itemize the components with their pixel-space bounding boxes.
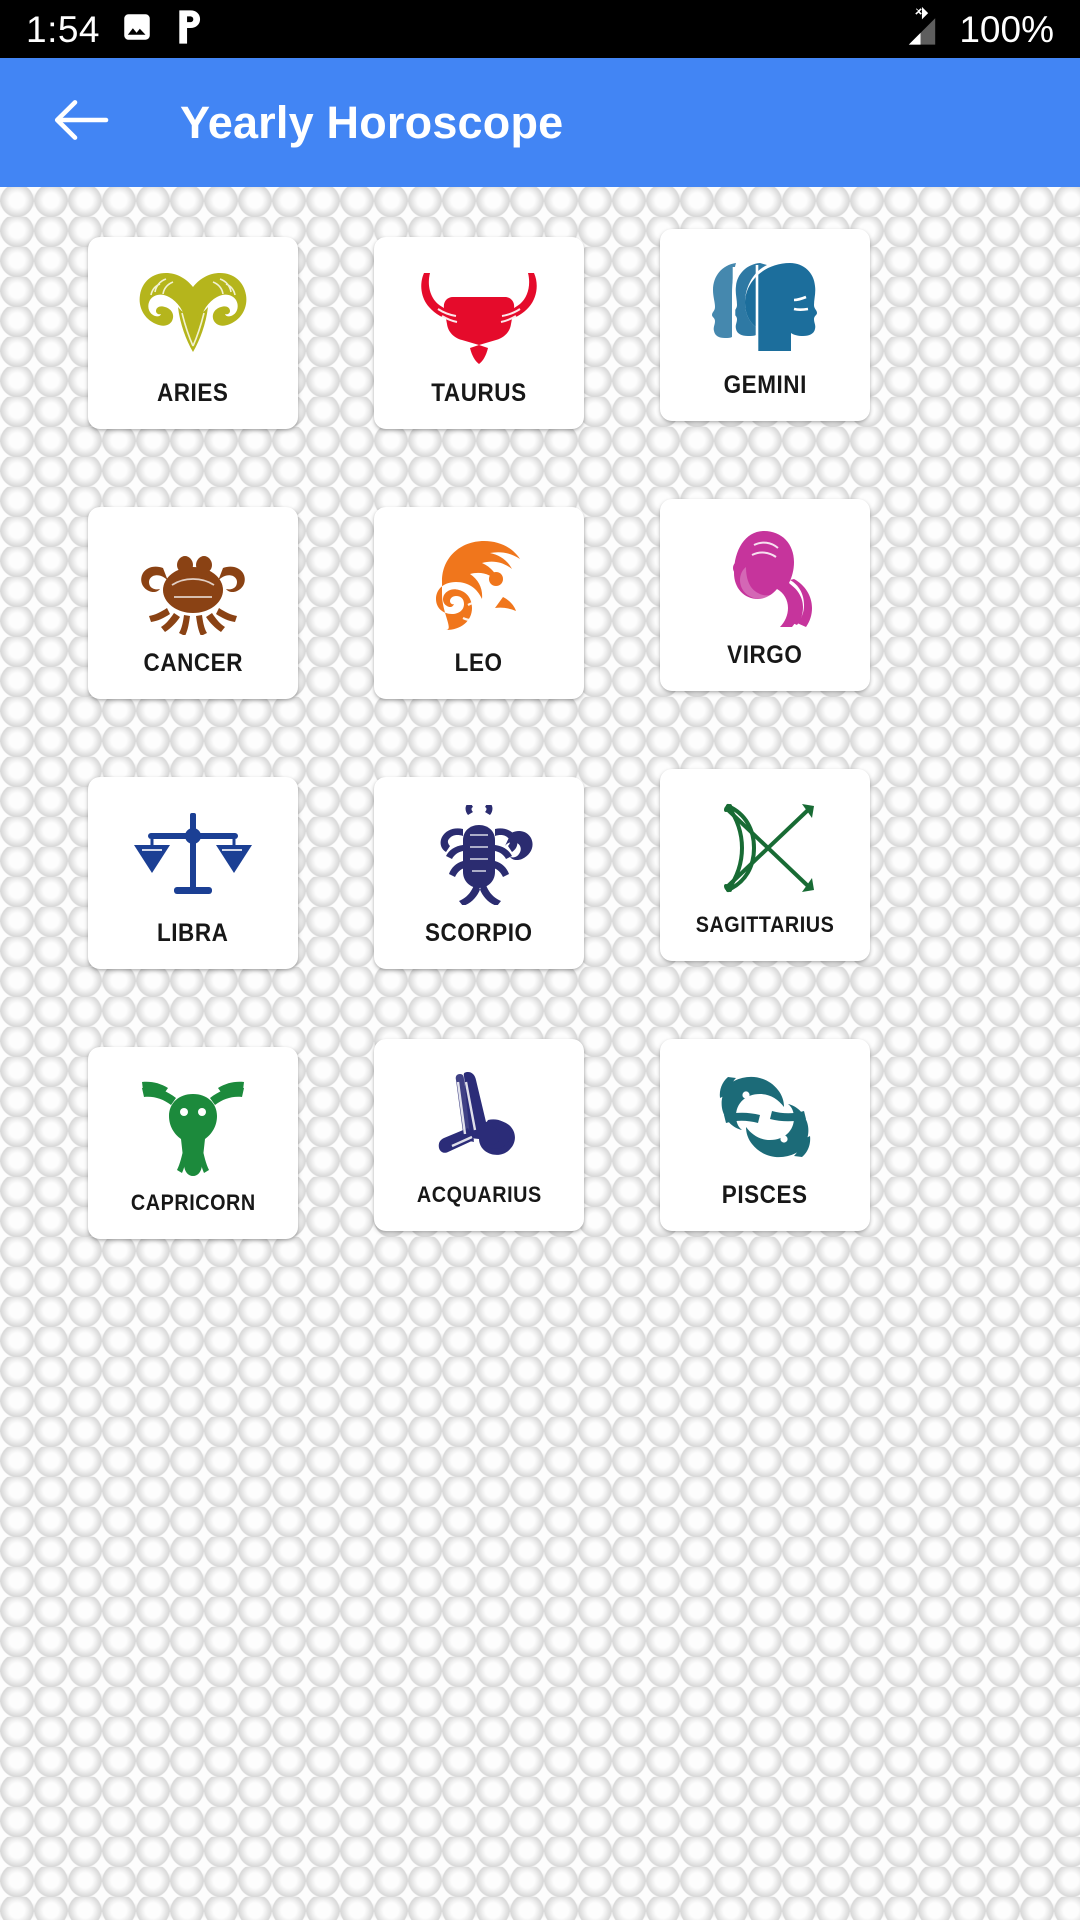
content-area: ARIES TAURUS GEMINI CANCER LEO VIRGO LIB… [0, 187, 1080, 1920]
zodiac-label: SAGITTARIUS [695, 912, 835, 937]
zodiac-card-cancer[interactable]: CANCER [88, 507, 298, 699]
grid-cell: PISCES [622, 1039, 908, 1317]
leo-lion-icon [404, 533, 554, 637]
zodiac-label: CAPRICORN [130, 1190, 256, 1215]
grid-cell: GEMINI [622, 229, 908, 507]
zodiac-label: ACQUARIUS [416, 1182, 542, 1207]
zodiac-card-taurus[interactable]: TAURUS [374, 237, 584, 429]
libra-scales-icon [118, 803, 268, 907]
scorpio-scorpion-icon [404, 803, 554, 907]
zodiac-card-leo[interactable]: LEO [374, 507, 584, 699]
pisces-fish-icon [690, 1065, 840, 1169]
grid-cell: LEO [336, 507, 622, 777]
gemini-twins-icon [690, 255, 840, 359]
taurus-bull-icon [404, 263, 554, 367]
aquarius-vessel-icon [404, 1066, 554, 1170]
zodiac-label: LIBRA [157, 918, 229, 947]
gallery-icon [120, 10, 154, 49]
pandora-p-icon [174, 9, 204, 50]
grid-cell: TAURUS [336, 237, 622, 507]
zodiac-label: VIRGO [727, 640, 803, 669]
grid-cell: SAGITTARIUS [622, 769, 908, 1047]
zodiac-card-pisces[interactable]: PISCES [660, 1039, 870, 1231]
back-button[interactable] [46, 88, 116, 158]
zodiac-card-aries[interactable]: ARIES [88, 237, 298, 429]
zodiac-card-scorpio[interactable]: SCORPIO [374, 777, 584, 969]
virgo-maiden-icon [690, 525, 840, 629]
zodiac-label: LEO [455, 648, 503, 677]
status-bar-right: 100% [899, 0, 1054, 58]
app-bar: Yearly Horoscope [0, 58, 1080, 187]
no-sim-signal-icon [899, 5, 945, 54]
zodiac-label: SCORPIO [425, 918, 533, 947]
grid-cell: CAPRICORN [50, 1047, 336, 1317]
zodiac-label: PISCES [722, 1180, 808, 1209]
grid-cell: VIRGO [622, 499, 908, 777]
status-clock: 1:54 [26, 8, 101, 50]
sagittarius-bow-icon [690, 796, 840, 900]
grid-cell: ACQUARIUS [336, 1039, 622, 1317]
zodiac-label: GEMINI [723, 370, 807, 399]
zodiac-card-capricorn[interactable]: CAPRICORN [88, 1047, 298, 1239]
page-title: Yearly Horoscope [180, 96, 564, 148]
zodiac-card-gemini[interactable]: GEMINI [660, 229, 870, 421]
status-bar: 1:54 100% [0, 0, 1080, 58]
grid-cell: ARIES [50, 237, 336, 507]
capricorn-goat-icon [118, 1074, 268, 1178]
grid-cell: CANCER [50, 507, 336, 777]
battery-percent: 100% [959, 8, 1054, 50]
zodiac-label: TAURUS [431, 378, 527, 407]
zodiac-card-libra[interactable]: LIBRA [88, 777, 298, 969]
zodiac-card-virgo[interactable]: VIRGO [660, 499, 870, 691]
zodiac-card-sagittarius[interactable]: SAGITTARIUS [660, 769, 870, 961]
zodiac-label: ARIES [157, 378, 229, 407]
zodiac-grid: ARIES TAURUS GEMINI CANCER LEO VIRGO LIB… [0, 187, 1080, 1317]
cancer-crab-icon [118, 533, 268, 637]
grid-cell: LIBRA [50, 777, 336, 1047]
grid-cell: SCORPIO [336, 777, 622, 1047]
aries-ram-icon [118, 263, 268, 367]
status-bar-left: 1:54 [26, 9, 204, 50]
zodiac-card-acquarius[interactable]: ACQUARIUS [374, 1039, 584, 1231]
zodiac-label: CANCER [143, 648, 243, 677]
back-arrow-icon [52, 96, 110, 149]
